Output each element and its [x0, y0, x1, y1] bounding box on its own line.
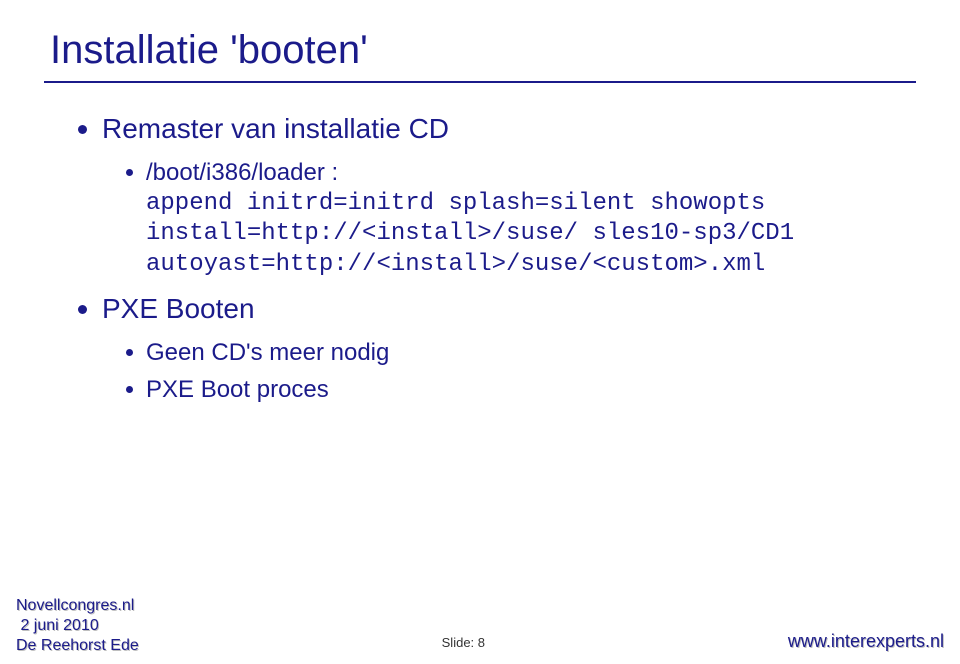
code-line: install=http://<install>/suse/ sles10-sp…	[146, 220, 794, 247]
footer-venue: De Reehorst Ede	[16, 636, 139, 656]
page-title: Installatie 'booten'	[50, 28, 916, 73]
sub-no-cds: Geen CD's meer nodig	[124, 337, 916, 368]
code-line: append initrd=initrd splash=silent showo…	[146, 190, 765, 217]
sub-pxe-process: PXE Boot proces	[124, 374, 916, 405]
footer-date-text: 2 juni 2010	[20, 617, 98, 634]
footer-conference: Novellcongres.nl	[16, 596, 139, 616]
sub-list: Geen CD's meer nodig PXE Boot proces	[124, 337, 916, 405]
footer-url: www.interexperts.nl	[788, 631, 944, 656]
footer-slide-number: Slide: 8	[442, 635, 485, 656]
sub-label: /boot/i386/loader :	[146, 159, 338, 186]
code-line: autoyast=http://<install>/suse/<custom>.…	[146, 251, 765, 278]
bullet-label: Remaster van installatie CD	[102, 113, 449, 144]
title-rule	[44, 81, 916, 83]
bullet-list: Remaster van installatie CD /boot/i386/l…	[74, 111, 916, 406]
code-block: append initrd=initrd splash=silent showo…	[146, 189, 916, 281]
slide: Installatie 'booten' Remaster van instal…	[0, 0, 960, 664]
bullet-pxe: PXE Booten Geen CD's meer nodig PXE Boot…	[74, 291, 916, 406]
bullet-remaster: Remaster van installatie CD /boot/i386/l…	[74, 111, 916, 281]
sub-list: /boot/i386/loader : append initrd=initrd…	[124, 157, 916, 280]
sub-loader-path: /boot/i386/loader : append initrd=initrd…	[124, 157, 916, 280]
footer-date: 2 juni 2010	[16, 616, 139, 636]
footer-left: Novellcongres.nl 2 juni 2010 De Reehorst…	[16, 596, 139, 656]
bullet-label: PXE Booten	[102, 293, 255, 324]
footer: Novellcongres.nl 2 juni 2010 De Reehorst…	[0, 594, 960, 664]
